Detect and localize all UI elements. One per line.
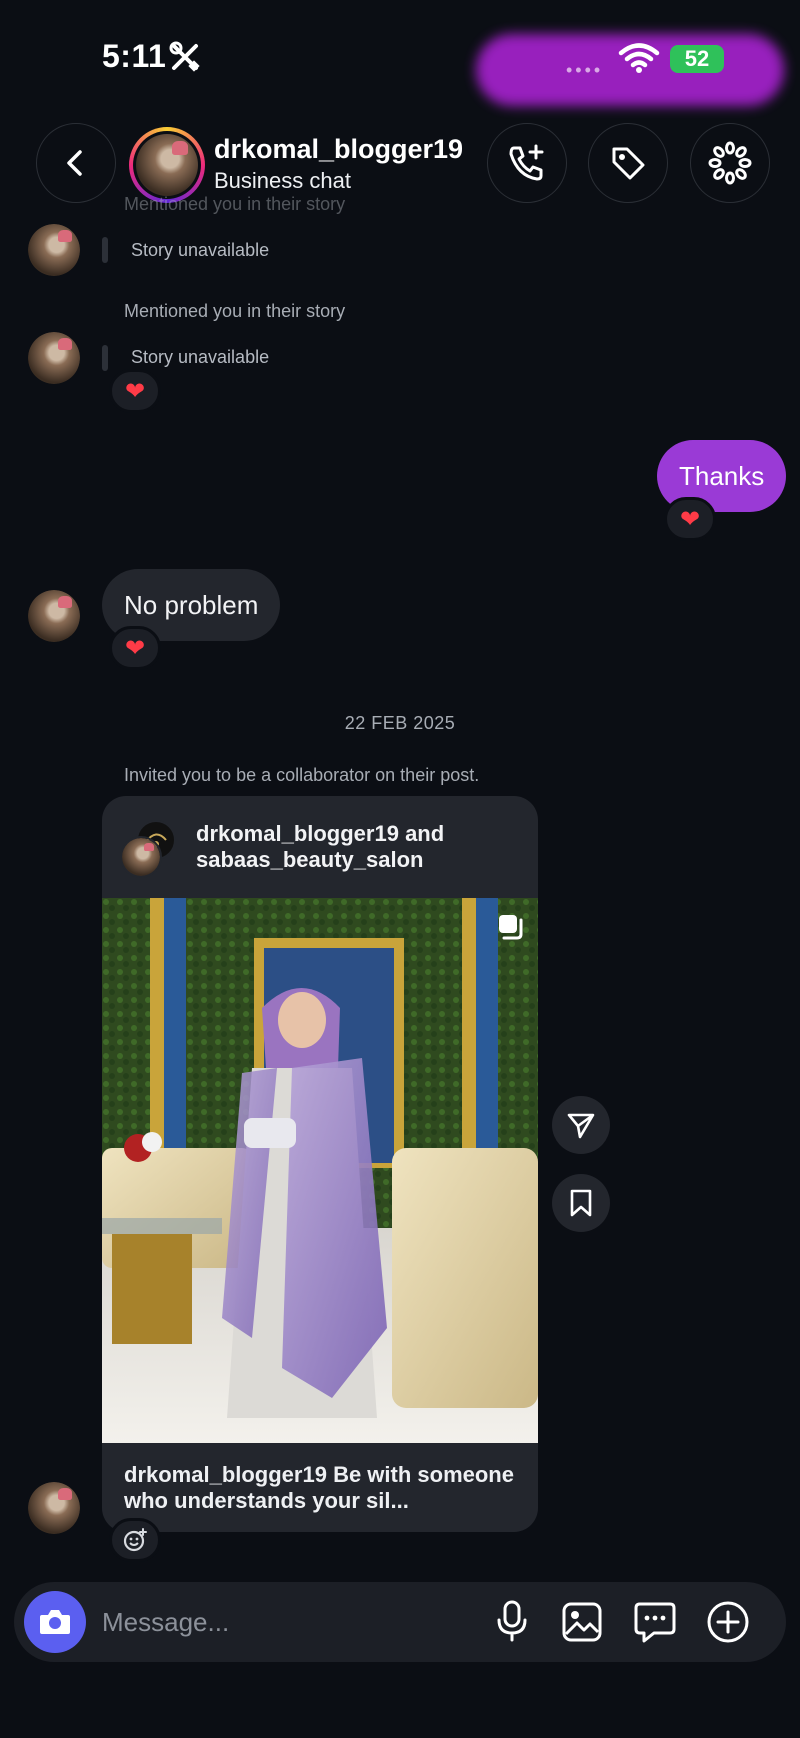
heart-icon: ❤ (124, 634, 146, 662)
sender-avatar[interactable] (28, 224, 80, 276)
story-bar (102, 237, 108, 263)
back-button[interactable] (36, 123, 116, 203)
battery-indicator: 52 (670, 45, 724, 73)
signal-icon: •••• (566, 60, 604, 80)
add-icon[interactable] (706, 1600, 750, 1644)
mention-text: Mentioned you in their story (124, 301, 346, 321)
avatar-photo (136, 134, 198, 196)
post-collab-title: drkomal_blogger19 and sabaas_beauty_salo… (196, 821, 445, 872)
tag-button[interactable] (588, 123, 668, 203)
effects-button[interactable] (690, 123, 770, 203)
heart-icon: ❤ (124, 377, 146, 405)
carousel-icon (499, 915, 523, 940)
faded-mention-text: Mentioned you in their story (124, 194, 346, 214)
collab-invite-text: Invited you to be a collaborator on thei… (124, 765, 480, 785)
wifi-icon (618, 43, 660, 73)
sender-avatar[interactable] (28, 332, 80, 384)
story-unavailable-text: Story unavailable (131, 240, 270, 260)
share-button[interactable] (552, 1096, 610, 1154)
message-input[interactable]: Message... (102, 1607, 229, 1638)
camera-button[interactable] (24, 1591, 86, 1653)
tools-icon (169, 41, 200, 72)
camera-icon (40, 1610, 70, 1634)
gallery-icon[interactable] (562, 1602, 602, 1642)
effects-icon (708, 141, 752, 185)
add-reaction-icon (123, 1528, 147, 1552)
date-separator: 22 FEB 2025 (344, 713, 456, 733)
sender-avatar[interactable] (28, 590, 80, 642)
heart-icon: ❤ (679, 505, 701, 533)
chat-subtitle: Business chat (214, 168, 351, 193)
story-unavailable-text: Story unavailable (131, 347, 270, 367)
call-add-icon (509, 144, 544, 181)
back-icon (67, 150, 82, 176)
blogger-avatar (120, 836, 162, 878)
save-button[interactable] (552, 1174, 610, 1232)
tag-icon (612, 147, 645, 180)
call-button[interactable] (487, 123, 567, 203)
post-image[interactable] (102, 898, 538, 1443)
message-text: Thanks (679, 460, 765, 491)
collab-avatars (120, 820, 178, 878)
status-time: 5:11 (102, 38, 167, 74)
heart-reaction[interactable]: ❤ (109, 626, 161, 670)
post-caption: drkomal_blogger19 Be with someone who un… (124, 1462, 514, 1513)
sticker-message-icon[interactable] (634, 1601, 676, 1643)
heart-reaction[interactable]: ❤ (109, 369, 161, 413)
send-icon (567, 1113, 595, 1139)
sender-avatar[interactable] (28, 1482, 80, 1534)
add-reaction-button[interactable] (109, 1518, 161, 1562)
story-bar (102, 345, 108, 371)
heart-reaction[interactable]: ❤ (664, 497, 716, 541)
microphone-icon[interactable] (494, 1600, 530, 1642)
chat-username[interactable]: drkomal_blogger19 (214, 134, 463, 165)
bookmark-icon (570, 1189, 592, 1217)
header-avatar[interactable] (129, 127, 205, 203)
message-text: No problem (124, 589, 259, 620)
